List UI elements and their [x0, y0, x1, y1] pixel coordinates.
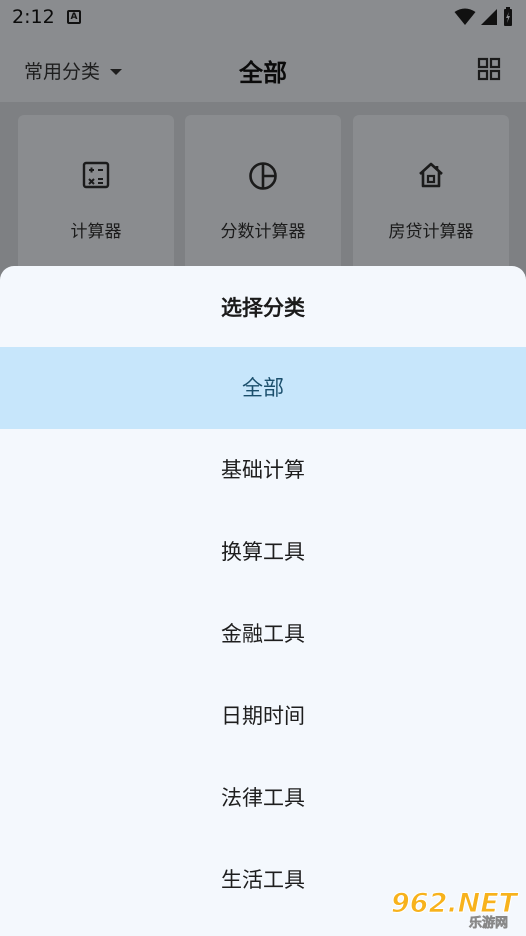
category-option-datetime[interactable]: 日期时间 [0, 675, 526, 757]
watermark-main: 962.NET [391, 888, 520, 919]
tool-grid: 计算器 分数计算器 房贷计算器 [0, 102, 526, 282]
status-icons [454, 6, 514, 28]
category-option-list: 全部 基础计算 换算工具 金融工具 日期时间 法律工具 生活工具 [0, 347, 526, 921]
category-option-basic[interactable]: 基础计算 [0, 429, 526, 511]
tile-calculator[interactable]: 计算器 [18, 115, 174, 275]
category-option-legal[interactable]: 法律工具 [0, 757, 526, 839]
tile-mortgage-calculator[interactable]: 房贷计算器 [353, 115, 509, 275]
pie-chart-icon [249, 162, 277, 190]
calculator-icon [82, 161, 110, 189]
sheet-title: 选择分类 [221, 296, 305, 320]
wifi-icon [454, 8, 476, 25]
battery-icon [504, 7, 512, 26]
app-bar: 常用分类 全部 [0, 36, 526, 102]
tile-fraction-calculator[interactable]: 分数计算器 [185, 115, 341, 275]
signal-icon [481, 9, 497, 25]
tile-label: 分数计算器 [220, 222, 306, 242]
tile-label: 房贷计算器 [388, 222, 474, 242]
category-option-conversion[interactable]: 换算工具 [0, 511, 526, 593]
status-bar: 2:12 A [0, 0, 526, 36]
grid-view-icon[interactable] [477, 57, 501, 81]
category-option-all[interactable]: 全部 [0, 347, 526, 429]
notification-a-icon: A [67, 10, 81, 24]
page-title: 全部 [239, 59, 287, 87]
watermark-sub: 乐游网 [469, 915, 508, 930]
status-time: 2:12 [12, 6, 55, 28]
category-bottom-sheet: 选择分类 全部 基础计算 换算工具 金融工具 日期时间 法律工具 生活工具 [0, 266, 526, 936]
watermark-logo: 962.NET 乐游网 [391, 888, 521, 931]
house-icon [419, 162, 443, 188]
tile-label: 计算器 [70, 222, 122, 242]
category-option-finance[interactable]: 金融工具 [0, 593, 526, 675]
